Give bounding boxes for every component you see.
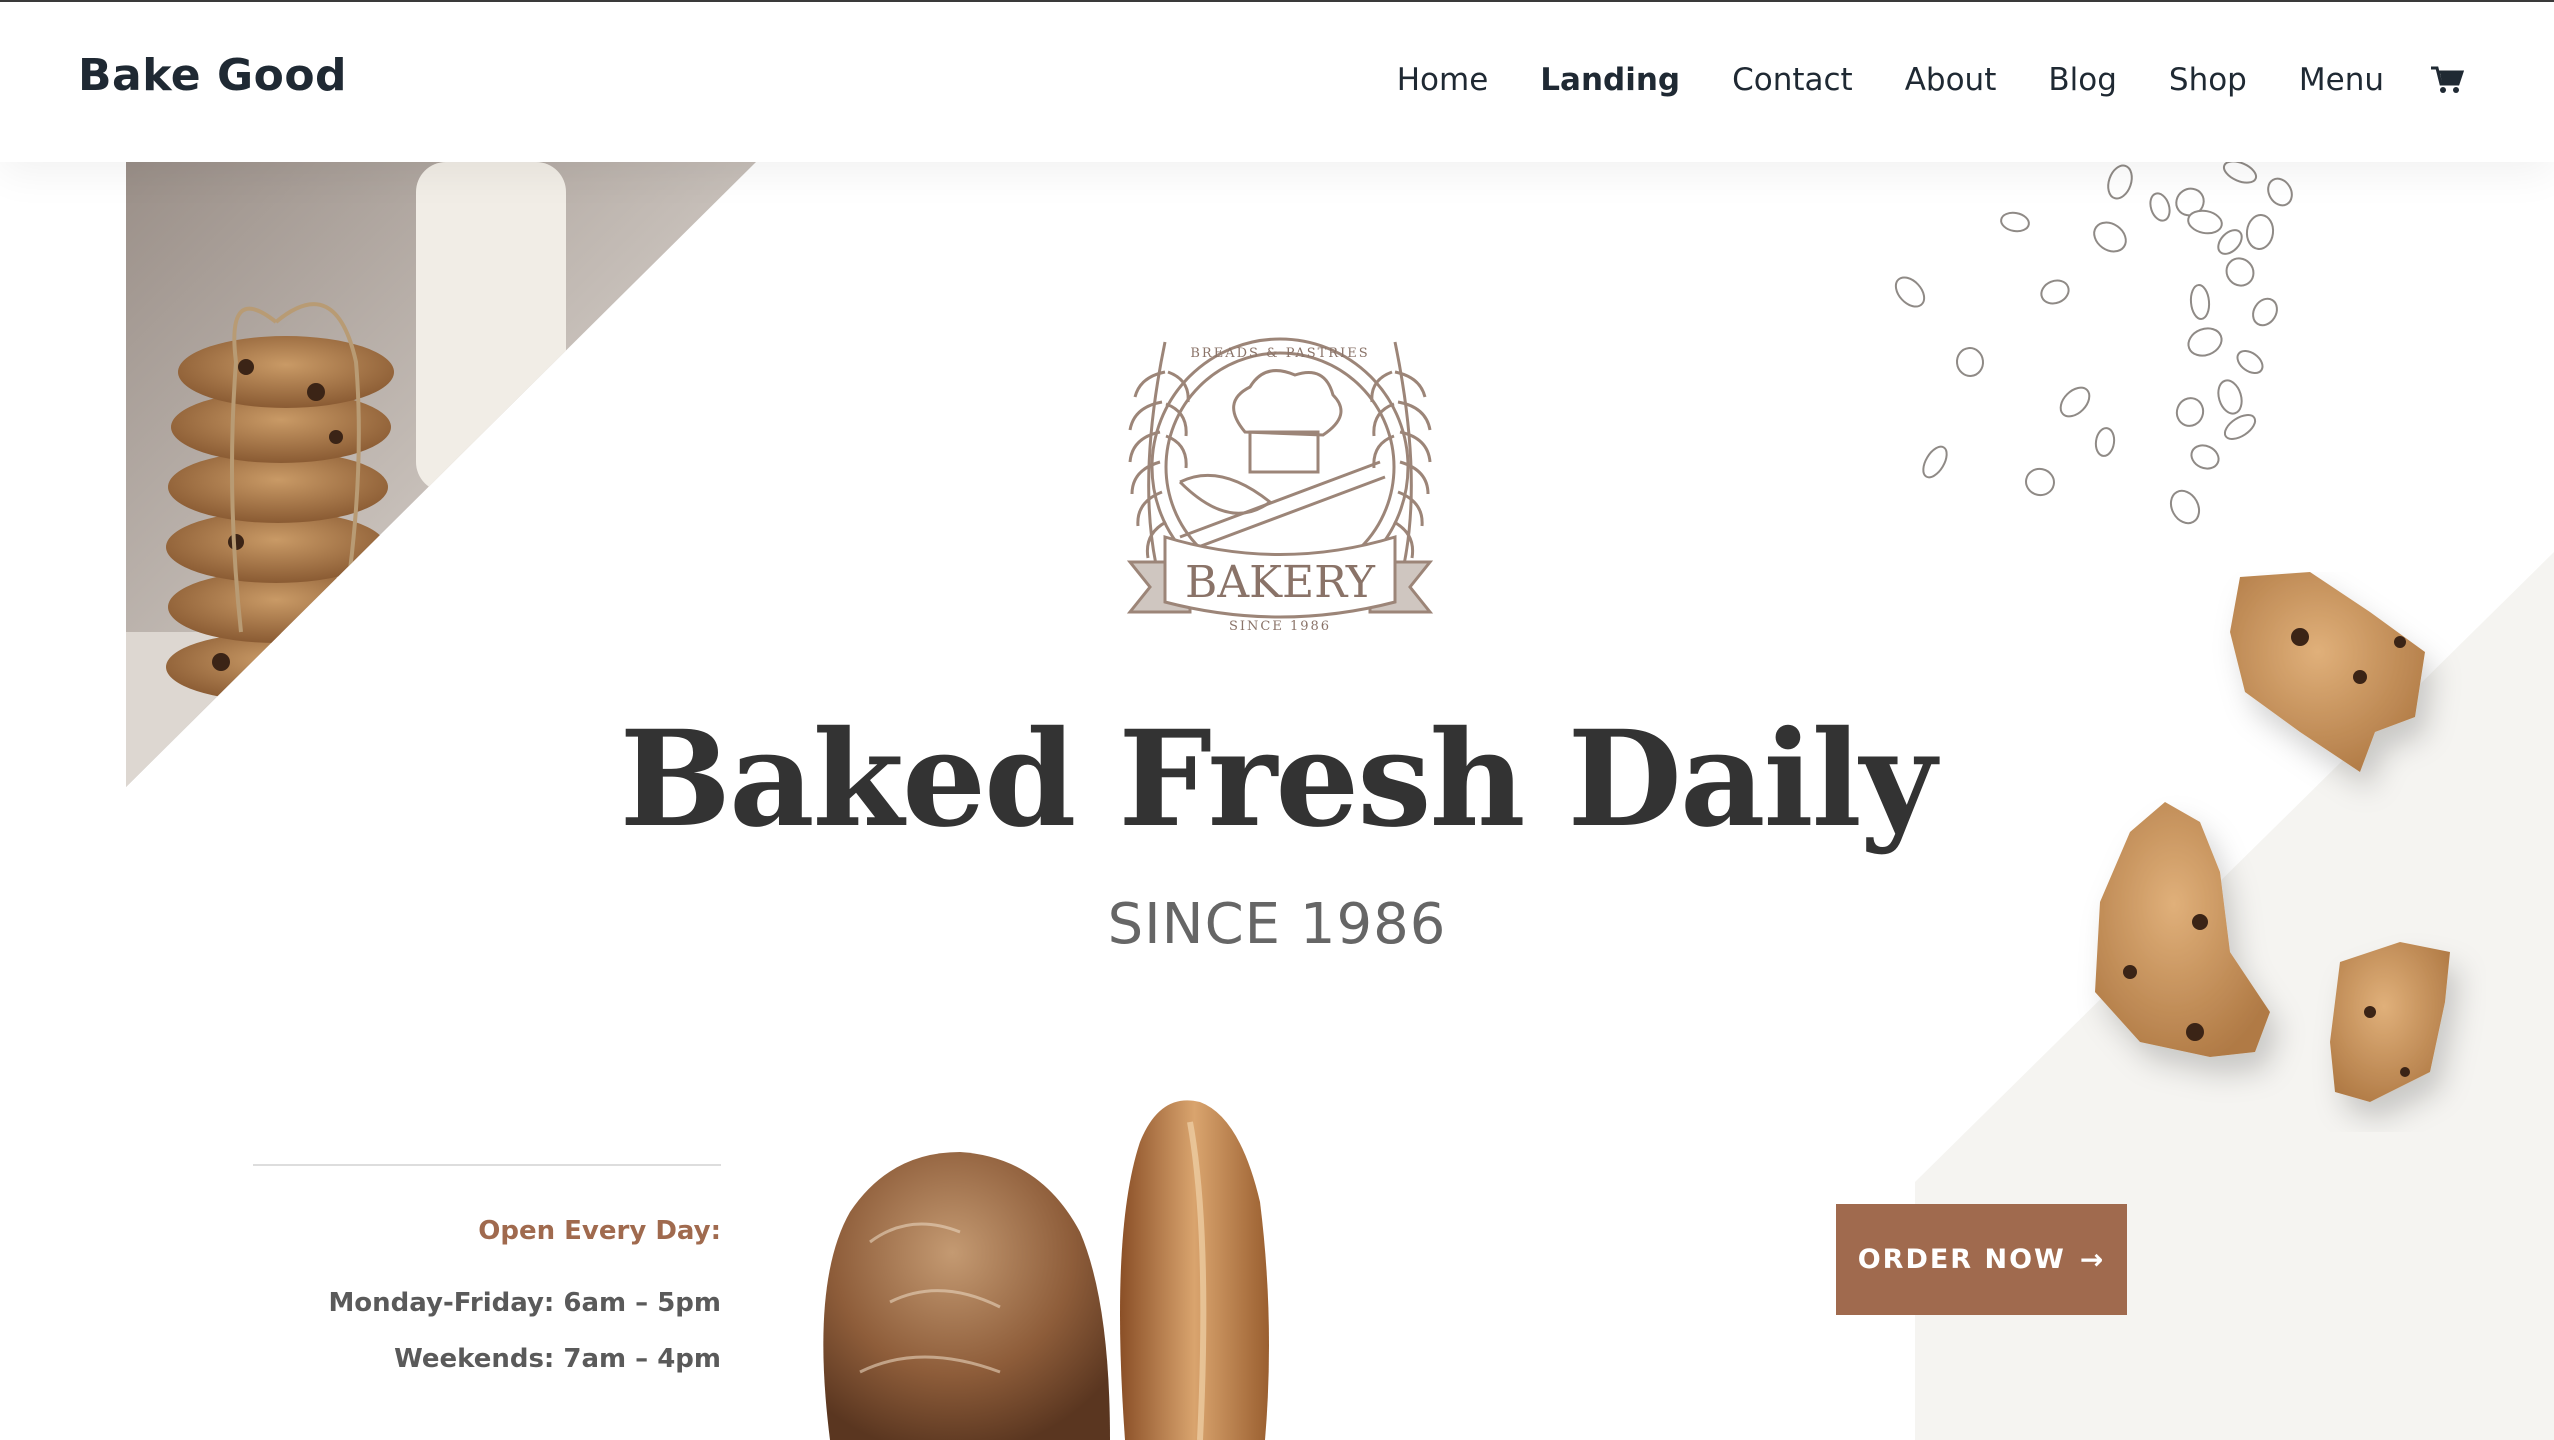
oat-grain <box>1894 276 1926 308</box>
hero-section: BAKERY BREADS & PASTRIES SINCE 1986 Bake… <box>0 162 2554 1440</box>
nav-blog[interactable]: Blog <box>2048 62 2117 98</box>
oat-grain <box>2093 221 2127 253</box>
site-header: Bake Good Home Landing Contact About Blo… <box>0 2 2554 162</box>
oat-grain <box>2190 444 2220 470</box>
nav-menu[interactable]: Menu <box>2299 62 2384 98</box>
emblem-top-text: BREADS & PASTRIES <box>1190 346 1369 361</box>
oat-grain <box>2094 427 2116 457</box>
cookie-stack-photo <box>126 162 756 787</box>
bakery-emblem-logo: BAKERY BREADS & PASTRIES SINCE 1986 <box>1126 337 1434 634</box>
hours-divider <box>253 1164 721 1166</box>
oat-grain <box>2189 284 2211 320</box>
oat-grain <box>2169 489 2201 525</box>
oat-grains-decoration <box>1894 162 2293 525</box>
order-now-button[interactable]: ORDER NOW → <box>1836 1204 2127 1315</box>
arrow-right-icon: → <box>2079 1243 2106 1276</box>
oat-grain <box>2225 257 2255 287</box>
site-logo[interactable]: Bake Good <box>78 50 347 101</box>
top-border <box>0 0 2554 2</box>
oat-grain <box>2107 164 2133 200</box>
oat-grain <box>2217 379 2243 415</box>
oat-grain <box>2025 467 2055 497</box>
hero-headline: Baked Fresh Daily <box>619 702 1937 857</box>
oat-grain <box>2059 386 2091 418</box>
opening-hours: Open Every Day: Monday-Friday: 6am – 5pm… <box>253 1164 721 1400</box>
oat-grain <box>2252 297 2278 327</box>
emblem-bottom-text: SINCE 1986 <box>1229 619 1331 634</box>
hours-weekends: Weekends: 7am – 4pm <box>394 1344 721 1374</box>
oat-grain <box>2267 177 2293 207</box>
oat-grain <box>2223 414 2257 440</box>
nav-home[interactable]: Home <box>1397 62 1489 98</box>
nav-about[interactable]: About <box>1905 62 1997 98</box>
hours-weekdays: Monday-Friday: 6am – 5pm <box>328 1288 721 1318</box>
oat-grain <box>2149 192 2171 222</box>
hours-title: Open Every Day: <box>478 1216 721 1246</box>
oat-grain <box>2175 397 2205 427</box>
oat-grain <box>2187 327 2223 357</box>
hero-subline: SINCE 1986 <box>1107 892 1447 957</box>
oat-grain <box>1955 347 1985 377</box>
emblem-banner-text: BAKERY <box>1185 557 1376 608</box>
oat-grain <box>2040 279 2070 305</box>
nav-landing[interactable]: Landing <box>1540 62 1680 98</box>
main-nav: Home Landing Contact About Blog Shop Men… <box>1345 62 2464 98</box>
oat-grain <box>2236 350 2264 374</box>
order-now-label: ORDER NOW <box>1857 1244 2066 1275</box>
oat-grain <box>2000 211 2030 233</box>
nav-contact[interactable]: Contact <box>1732 62 1853 98</box>
cart-icon[interactable] <box>2430 65 2464 95</box>
nav-shop[interactable]: Shop <box>2169 62 2247 98</box>
oat-grain <box>2245 214 2275 250</box>
oat-grain <box>1922 445 1948 479</box>
oat-grain <box>2222 162 2258 184</box>
bread-loaves-photo <box>823 1100 1269 1440</box>
